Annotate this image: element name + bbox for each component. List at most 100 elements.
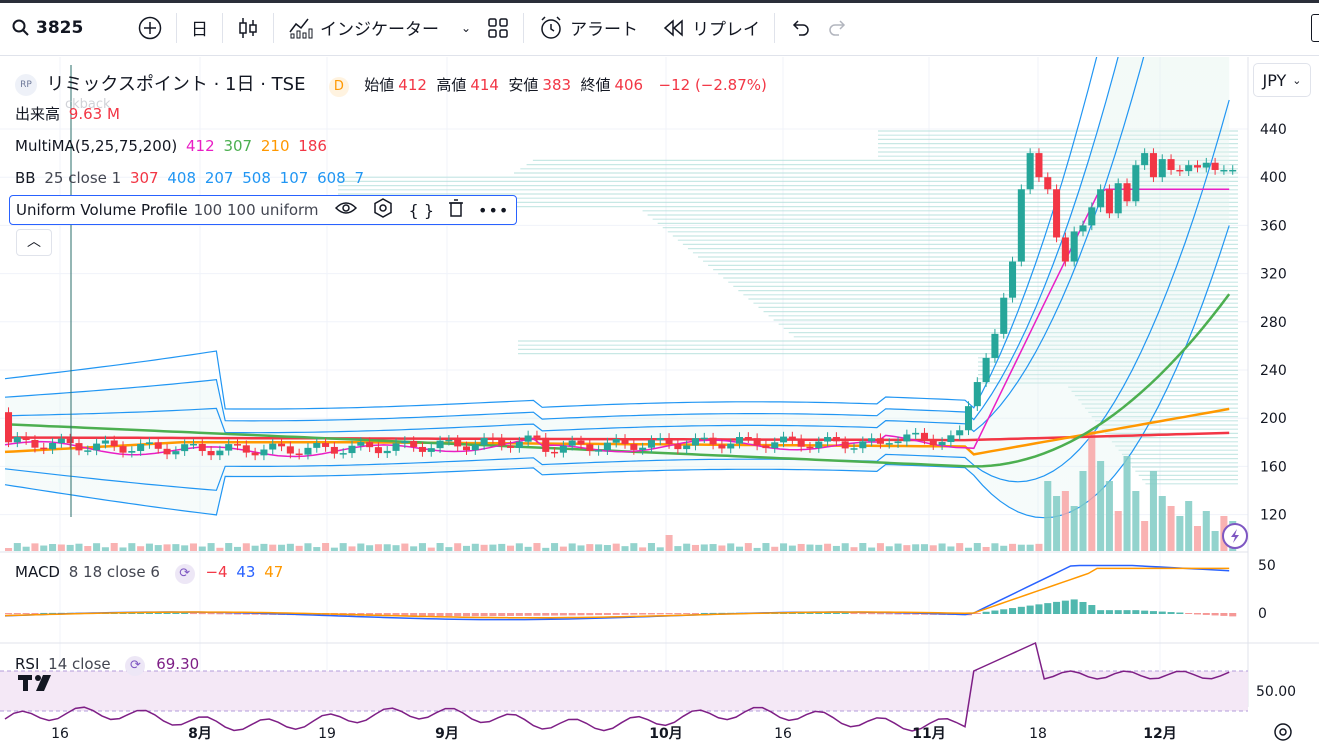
indicators-icon [289,18,313,38]
candle-body [683,445,691,450]
candle-body [40,447,48,450]
volume-bar [462,545,471,551]
chart-type-button[interactable] [229,8,267,48]
source-code-icon[interactable]: { } [409,201,434,220]
candle-body [841,441,849,449]
candle-body [876,438,884,444]
macd-hist-bar [31,613,39,615]
chart-canvas[interactable]: 440 400 360 320 280 240 200 160 120 50 0 50.00 16 8月… [0,0,1319,750]
candle-body [762,445,770,449]
rsi-value: 69.30 [156,655,200,673]
volume-bar [559,546,567,551]
candle-body [586,444,594,451]
candle-body [700,437,708,440]
macd-hist-bar [163,612,171,614]
volume-bar [278,544,286,551]
volume-legend[interactable]: 出来高 9.63 M ckback [15,97,124,124]
volume-bar [489,544,497,551]
volume-bar [771,546,779,551]
volume-bar [753,547,761,551]
lightning-button[interactable] [1222,523,1248,549]
candle-body [850,448,858,450]
symbol-search-button[interactable]: 3825 [0,8,130,48]
volume-bar [621,546,629,551]
candle-body [612,438,620,443]
macd-hist-bar [850,613,858,615]
candle-body [912,432,920,435]
volume-profile-legend[interactable]: Uniform Volume Profile 100 100 uniform {… [9,195,517,225]
macd-legend[interactable]: MACD 8 18 close 6 ⟳ −4 43 47 [15,563,287,584]
layouts-button[interactable] [479,8,517,48]
candle-body [1061,237,1069,262]
chart-pane[interactable]: 440 400 360 320 280 240 200 160 120 50 0 50.00 16 8月… [0,0,1319,750]
candle-body [137,444,145,452]
bb-legend[interactable]: BB 25 close 1 307 408 207 508 107 608 7 [15,169,368,187]
macd-hist-bar [1123,610,1131,614]
volume-bar [322,543,330,551]
candle-body [216,450,224,456]
macd-hist-bar [489,613,497,617]
indicators-button[interactable]: インジケーター ⌄ [280,8,479,48]
candle-body [1026,153,1034,190]
macd-hist-bar [1070,599,1078,614]
fullscreen-box[interactable] [1311,14,1319,42]
replay-button[interactable]: リプレイ [654,8,768,48]
candle-body [348,445,356,454]
volume-bar [128,543,136,551]
macd-hist-bar [859,613,867,615]
undo-button[interactable] [781,8,819,48]
candle-body [57,438,65,443]
volume-bar [339,543,347,551]
volume-bar [603,545,611,551]
volume-bar [1105,481,1113,551]
ma5-value: 412 [186,137,215,155]
volume-bar [533,543,541,551]
compare-button[interactable] [130,8,170,48]
macd-hist-bar [832,612,840,614]
candle-body [13,436,21,443]
macd-hist-bar [612,613,620,615]
currency-button[interactable]: JPY ⌄ [1253,63,1311,97]
candle-body [207,451,215,456]
settings-hex-icon[interactable] [373,198,393,222]
candle-body [1114,183,1122,214]
redo-button[interactable] [819,8,857,48]
macd-hist-bar [691,613,700,615]
multima-legend[interactable]: MultiMA(5,25,75,200) 412 307 210 186 [15,137,331,155]
volume-bar [410,546,418,551]
candle-body [1079,225,1087,232]
volume-bar [727,543,735,551]
volume-bar [242,543,250,551]
collapse-legend-button[interactable]: ︿ [16,229,52,256]
volume-bar [1061,491,1069,551]
volume-bar [894,543,902,551]
delay-badge[interactable]: D [328,77,349,97]
candle-body [956,430,964,436]
macd-tick: 50 [1258,558,1276,574]
rsi-loading-icon: ⟳ [125,656,146,676]
chevron-down-icon[interactable]: ⌄ [461,21,471,35]
candle-body [656,437,664,441]
trash-icon[interactable] [448,199,464,221]
candle-body [1220,169,1228,172]
plus-circle-icon [138,16,162,39]
macd-hist-bar [1141,610,1149,614]
alert-button[interactable]: アラート [530,8,646,48]
vp-params: 100 100 uniform [193,201,319,219]
candle-body [445,439,453,442]
macd-hist-bar [577,613,585,616]
interval-button[interactable]: 日 [183,8,216,48]
gear-icon[interactable] [1274,723,1292,741]
high-value: 414 [470,76,499,94]
macd-hist-bar [515,613,523,616]
divider [273,12,274,43]
chart-title[interactable]: リミックスポイント · 1日 · TSE [46,74,305,95]
top-toolbar: 3825 日 インジケーター ⌄ アラート リプレイ [0,0,1319,56]
change-value: −12 (−2.87%) [658,76,767,94]
candle-body [322,443,330,447]
eye-icon[interactable] [334,200,357,220]
rsi-legend[interactable]: RSI 14 close ⟳ 69.30 [15,655,203,676]
volume-bar [859,543,867,551]
volume-bar [824,543,832,551]
more-icon[interactable]: ••• [478,201,509,220]
